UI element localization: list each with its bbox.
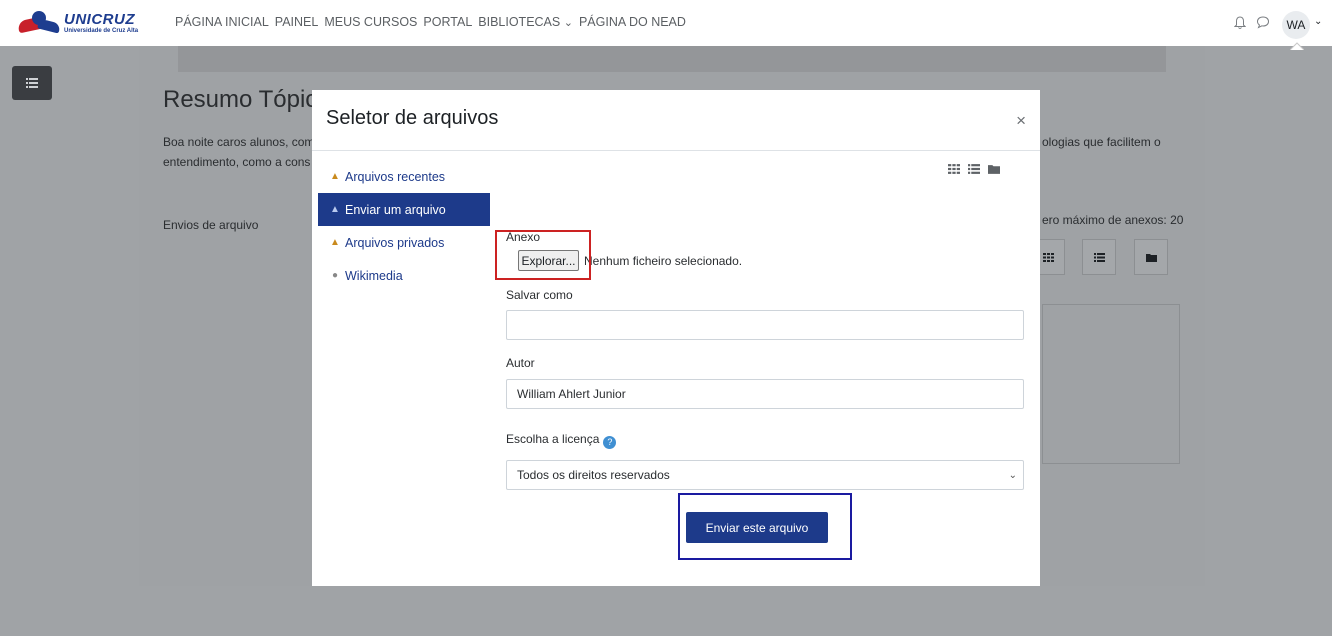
nav-link-nead[interactable]: PÁGINA DO NEAD [579, 15, 686, 29]
top-navbar: UNICRUZ Universidade de Cruz Alta PÁGINA… [0, 0, 1332, 50]
no-file-selected-text: Nenhum ficheiro selecionado. [584, 254, 743, 268]
drawer-toggle-button[interactable] [12, 66, 52, 100]
list-icon[interactable] [968, 164, 980, 174]
folder-view-button[interactable] [1134, 239, 1168, 275]
nav-link-home[interactable]: PÁGINA INICIAL [175, 15, 269, 29]
author-input[interactable]: William Ahlert Junior [506, 379, 1024, 409]
highlight-box-blue [678, 493, 852, 560]
nav-links: PÁGINA INICIAL PAINEL MEUS CURSOS PORTAL… [175, 15, 686, 29]
logo-subtitle: Universidade de Cruz Alta [64, 28, 139, 34]
private-files-icon: ▲ [330, 237, 340, 248]
file-drop-area[interactable] [1042, 304, 1180, 464]
license-select[interactable]: Todos os direitos reservados ⌄ [506, 460, 1024, 490]
unicruz-logo[interactable]: UNICRUZ Universidade de Cruz Alta [17, 10, 150, 36]
list-icon [26, 78, 38, 88]
file-picker-dialog: Seletor de arquivos × ▲ Arquivos recente… [312, 90, 1040, 586]
file-submissions-label: Envios de arquivo [163, 218, 259, 232]
repo-private-files[interactable]: ▲ Arquivos privados [318, 226, 490, 259]
author-label: Autor [506, 356, 535, 370]
nav-link-portal[interactable]: PORTAL [423, 15, 472, 29]
upload-icon: ▲ [330, 204, 340, 215]
menu-pointer-icon [1290, 42, 1304, 50]
max-attachments-label: ero máximo de anexos: 20 [1042, 213, 1184, 227]
save-as-input[interactable] [506, 310, 1024, 340]
user-avatar[interactable]: WA [1282, 11, 1310, 39]
chevron-down-icon: ⌄ [563, 17, 573, 29]
chat-bubble-icon[interactable] [1256, 15, 1270, 29]
description-line-1-right: ologias que facilitem o [1042, 135, 1161, 149]
page-heading: Resumo Tópico [163, 86, 313, 113]
chevron-down-icon[interactable]: ⌄ [1314, 16, 1322, 27]
description-line-1: Boa noite caros alunos, com [163, 135, 313, 149]
help-icon[interactable]: ? [603, 436, 617, 449]
repo-upload-file[interactable]: ▲ Enviar um arquivo [318, 193, 490, 226]
license-label: Escolha a licença? [506, 432, 617, 449]
repository-list: ▲ Arquivos recentes ▲ Enviar um arquivo … [318, 160, 490, 292]
nav-link-dashboard[interactable]: PAINEL [275, 15, 319, 29]
recent-files-icon: ▲ [330, 171, 340, 182]
dialog-title: Seletor de arquivos [326, 107, 499, 129]
save-as-label: Salvar como [506, 288, 573, 302]
nav-link-libraries[interactable]: BIBLIOTECAS ⌄ [478, 15, 573, 29]
folder-icon [1145, 253, 1157, 262]
view-toggle-group [948, 164, 1000, 174]
grid-icon[interactable] [948, 164, 960, 174]
highlight-box-red [495, 230, 591, 280]
content-strip [178, 46, 1166, 72]
list-icon [1093, 252, 1105, 262]
close-icon[interactable]: × [1016, 112, 1026, 129]
chevron-down-icon: ⌄ [1008, 470, 1017, 481]
grid-icon [1042, 252, 1054, 262]
logo-mark-icon [17, 11, 61, 35]
wikimedia-icon: ● [331, 270, 339, 281]
folder-icon[interactable] [988, 164, 1000, 174]
dialog-header-divider [312, 150, 1040, 151]
repo-recent-files[interactable]: ▲ Arquivos recentes [318, 160, 490, 193]
logo-name: UNICRUZ [64, 11, 135, 28]
repo-wikimedia[interactable]: ● Wikimedia [318, 259, 490, 292]
bell-icon[interactable] [1234, 16, 1246, 30]
list-view-button[interactable] [1082, 239, 1116, 275]
description-line-2: entendimento, como a cons [163, 155, 311, 169]
nav-link-my-courses[interactable]: MEUS CURSOS [324, 15, 417, 29]
user-area: WA ⌄ [1182, 0, 1332, 50]
